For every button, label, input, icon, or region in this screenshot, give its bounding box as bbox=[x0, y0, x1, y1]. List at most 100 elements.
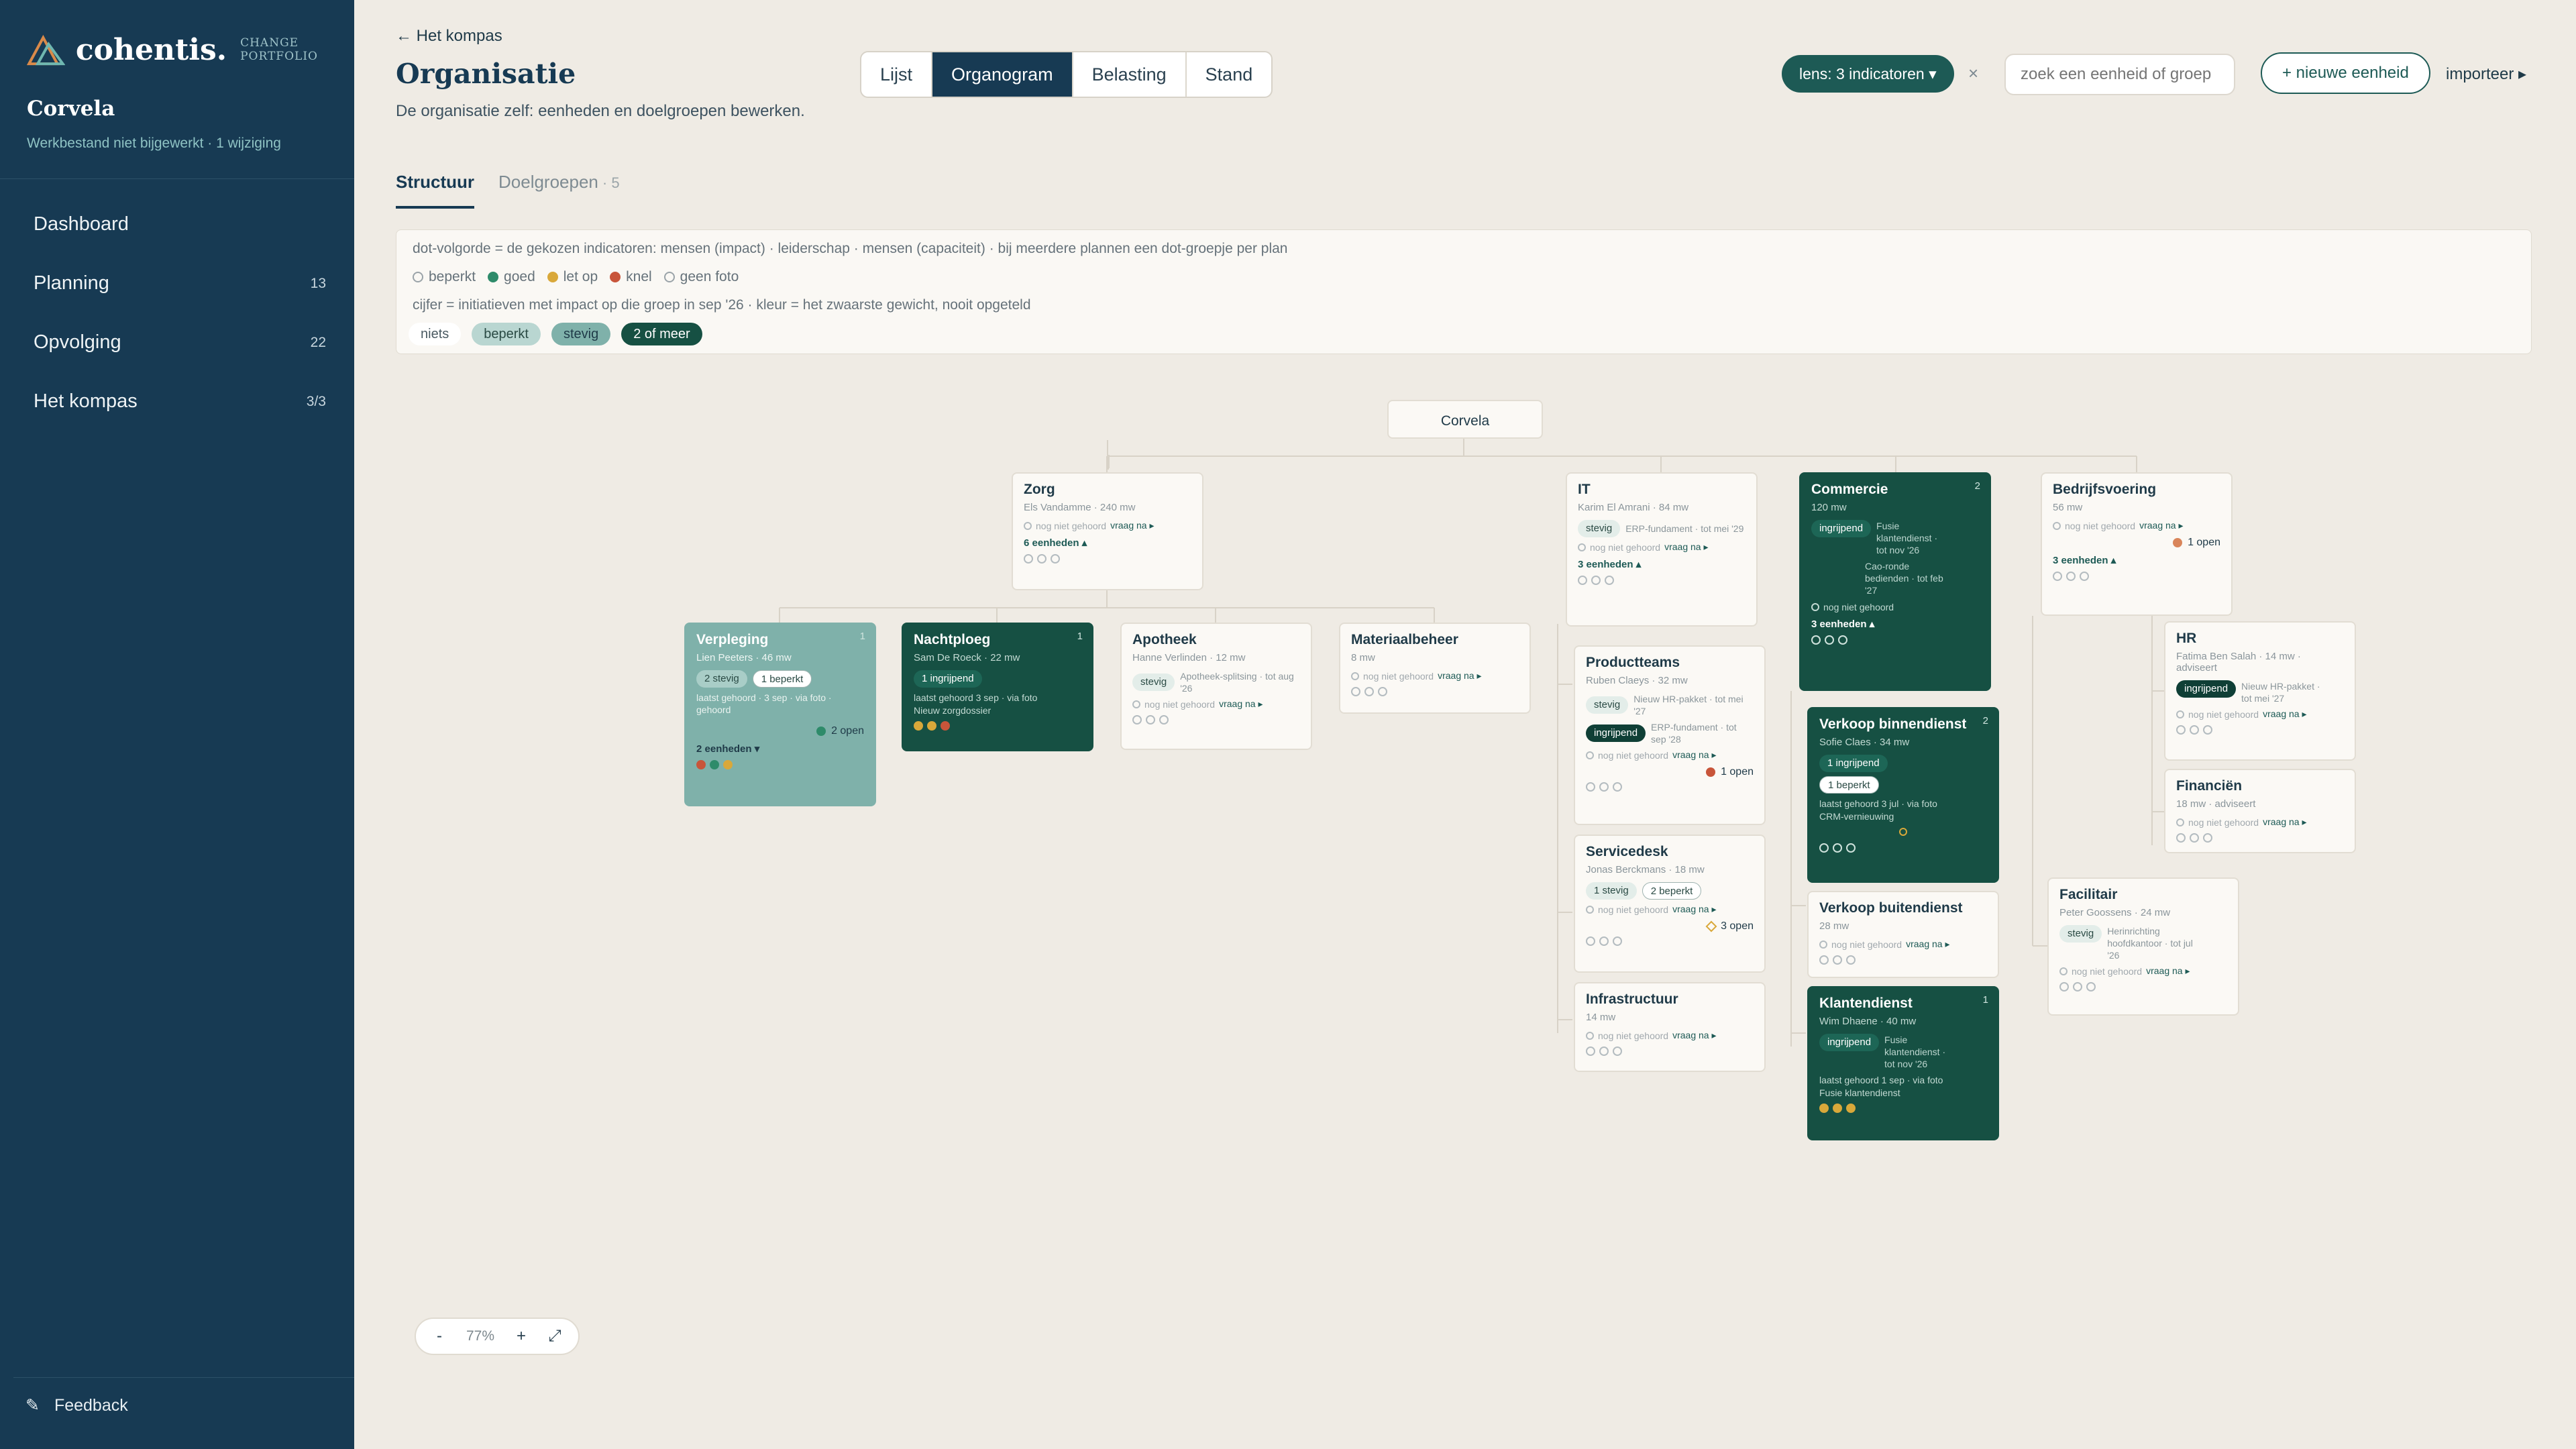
open-count: 1 open bbox=[2053, 537, 2220, 549]
status-text: nog niet gehoord bbox=[1831, 938, 1902, 950]
ask-link[interactable]: vraag na ▸ bbox=[2139, 520, 2183, 531]
tab-count: · 5 bbox=[602, 174, 620, 191]
clear-lens-icon[interactable]: × bbox=[1968, 63, 1978, 84]
org-node-verkoop-buitendienst[interactable]: Verkoop buitendienst 28 mw nog niet geho… bbox=[1807, 891, 1999, 978]
fit-screen-icon[interactable]: ⤢ bbox=[538, 1327, 572, 1346]
tab-belasting[interactable]: Belasting bbox=[1073, 52, 1187, 97]
node-title: Commercie bbox=[1811, 482, 1888, 497]
status-marker bbox=[1819, 827, 1987, 839]
legend-item: let op bbox=[547, 269, 598, 285]
dot-icon bbox=[1811, 635, 1821, 645]
feedback-status: nog niet gehoord vraag na ▸ bbox=[2176, 708, 2344, 720]
new-unit-button[interactable]: + nieuwe eenheid bbox=[2261, 52, 2430, 94]
feedback-status: nog niet gehoord vraag na ▸ bbox=[2053, 520, 2220, 531]
ask-link[interactable]: vraag na ▸ bbox=[1438, 670, 1481, 682]
dot-icon bbox=[1599, 1046, 1609, 1056]
import-link[interactable]: importeer ▸ bbox=[2446, 64, 2526, 84]
org-node-nachtploeg[interactable]: 1 Nachtploeg Sam De Roeck · 22 mw 1 ingr… bbox=[902, 623, 1093, 751]
org-node-zorg[interactable]: Zorg Els Vandamme · 240 mw nog niet geho… bbox=[1012, 472, 1203, 590]
node-title: Servicedesk bbox=[1586, 844, 1668, 859]
initiative-name: Cao-ronde bedienden · tot feb '27 bbox=[1865, 561, 1943, 596]
org-node-apotheek[interactable]: Apotheek Hanne Verlinden · 12 mw stevig A… bbox=[1120, 623, 1312, 750]
org-node-financien[interactable]: Financiën 18 mw · adviseert nog niet geh… bbox=[2164, 769, 2356, 853]
dot-icon bbox=[1132, 715, 1142, 724]
org-node-hr[interactable]: HR Fatima Ben Salah · 14 mw · adviseert … bbox=[2164, 621, 2356, 761]
tab-doelgroepen[interactable]: Doelgroepen · 5 bbox=[498, 172, 620, 209]
ask-link[interactable]: vraag na ▸ bbox=[1672, 1030, 1716, 1041]
node-title: IT bbox=[1578, 482, 1591, 497]
zoom-controls: - 77% + ⤢ bbox=[415, 1318, 580, 1355]
lens-dropdown[interactable]: lens: 3 indicatoren ▾ bbox=[1782, 55, 1954, 93]
dot-icon bbox=[2176, 833, 2186, 843]
yellow-dot-icon bbox=[1846, 1104, 1856, 1113]
ask-link[interactable]: vraag na ▸ bbox=[2263, 816, 2306, 828]
expand-toggle[interactable]: 3 eenheden ▴ bbox=[1811, 618, 1979, 630]
node-meta: Jonas Berckmans · 18 mw bbox=[1586, 864, 1705, 875]
node-meta: Fatima Ben Salah · 14 mw · adviseert bbox=[2176, 651, 2301, 674]
indicator-dots bbox=[1819, 1104, 1987, 1113]
org-node-materiaalbeheer[interactable]: Materiaalbeheer 8 mw nog niet gehoord vra… bbox=[1339, 623, 1531, 714]
indicator-dots bbox=[1132, 715, 1300, 724]
chip-stevig: stevig bbox=[551, 323, 611, 345]
initiative-name: Nieuw HR-pakket · tot mei '27 bbox=[2241, 681, 2320, 704]
ask-link[interactable]: vraag na ▸ bbox=[1672, 904, 1716, 915]
circle-outline-icon bbox=[1586, 751, 1594, 759]
ask-link[interactable]: vraag na ▸ bbox=[1672, 749, 1716, 761]
ask-link[interactable]: vraag na ▸ bbox=[1664, 541, 1708, 553]
tab-lijst[interactable]: Lijst bbox=[861, 52, 933, 97]
circle-outline-icon bbox=[1024, 521, 1032, 530]
ask-link[interactable]: vraag na ▸ bbox=[2146, 965, 2190, 977]
status-text: nog niet gehoord bbox=[1363, 670, 1434, 682]
nav-item-planning[interactable]: Planning 13 bbox=[34, 272, 326, 294]
tab-stand[interactable]: Stand bbox=[1187, 52, 1272, 97]
tab-structuur[interactable]: Structuur bbox=[396, 172, 474, 209]
org-node-klantendienst[interactable]: 1 Klantendienst Wim Dhaene · 40 mw ingri… bbox=[1807, 986, 1999, 1140]
subtabs: Structuur Doelgroepen · 5 bbox=[396, 172, 620, 209]
red-dot-icon bbox=[696, 760, 706, 769]
nav-label: Planning bbox=[34, 272, 109, 294]
impact-row: ingrijpend ERP-fundament · tot sep '28 bbox=[1586, 721, 1754, 745]
zoom-out-button[interactable]: - bbox=[423, 1327, 456, 1346]
org-node-servicedesk[interactable]: Servicedesk Jonas Berckmans · 18 mw 1 st… bbox=[1574, 835, 1766, 973]
expand-toggle[interactable]: 3 eenheden ▴ bbox=[2053, 554, 2220, 566]
org-node-infrastructuur[interactable]: Infrastructuur 14 mw nog niet gehoord vra… bbox=[1574, 982, 1766, 1072]
org-node-facilitair[interactable]: Facilitair Peter Goossens · 24 mw stevig… bbox=[2047, 877, 2239, 1016]
impact-tag: 1 beperkt bbox=[752, 670, 812, 688]
expand-toggle[interactable]: 3 eenheden ▴ bbox=[1578, 558, 1746, 570]
org-node-verkoop-binnendienst[interactable]: 2 Verkoop binnendienst Sofie Claes · 34 … bbox=[1807, 707, 1999, 883]
ask-link[interactable]: vraag na ▸ bbox=[1219, 698, 1263, 710]
node-title: Bedrijfsvoering bbox=[2053, 482, 2157, 497]
dot-icon bbox=[1024, 554, 1033, 564]
org-node-it[interactable]: IT Karim El Amrani · 84 mw stevig ERP-fun… bbox=[1566, 472, 1758, 627]
nav-item-dashboard[interactable]: Dashboard bbox=[34, 213, 326, 235]
org-node-bedrijfsvoering[interactable]: Bedrijfsvoering 56 mw nog niet gehoord vr… bbox=[2041, 472, 2233, 616]
node-meta: 120 mw bbox=[1811, 502, 1847, 513]
org-node-verpleging[interactable]: 1 Verpleging Lien Peeters · 46 mw 2 stev… bbox=[684, 623, 876, 806]
feedback-status: nog niet gehoord vraag na ▸ bbox=[1351, 670, 1519, 682]
org-node-productteams[interactable]: Productteams Ruben Claeys · 32 mw stevig… bbox=[1574, 645, 1766, 825]
ask-link[interactable]: vraag na ▸ bbox=[2263, 708, 2306, 720]
zoom-in-button[interactable]: + bbox=[504, 1327, 538, 1346]
yellow-dot-icon bbox=[723, 760, 733, 769]
nav-item-het-kompas[interactable]: Het kompas 3/3 bbox=[34, 390, 326, 413]
sidebar-divider bbox=[0, 178, 354, 179]
org-node-commercie[interactable]: 2 Commercie 120 mw ingrijpend Fusie klant… bbox=[1799, 472, 1991, 691]
status-text: nog niet gehoord bbox=[1823, 602, 1894, 612]
nav-item-opvolging[interactable]: Opvolging 22 bbox=[34, 331, 326, 354]
tab-organogram[interactable]: Organogram bbox=[932, 52, 1073, 97]
ask-link[interactable]: vraag na ▸ bbox=[1110, 520, 1154, 531]
dot-icon bbox=[2066, 572, 2076, 581]
node-title: Zorg bbox=[1024, 482, 1055, 497]
node-title: Verkoop binnendienst bbox=[1819, 716, 1967, 732]
org-node-corvela[interactable]: Corvela bbox=[1387, 400, 1543, 439]
feedback-button[interactable]: ✎ Feedback bbox=[25, 1395, 143, 1415]
expand-toggle[interactable]: 6 eenheden ▴ bbox=[1024, 537, 1191, 549]
expand-toggle[interactable]: 2 eenheden ▾ bbox=[696, 743, 864, 755]
node-meta: Peter Goossens · 24 mw bbox=[2059, 907, 2171, 918]
back-link[interactable]: ← Het kompas bbox=[396, 27, 502, 46]
brand-logo[interactable]: cohentis. CHANGE PORTFOLIO bbox=[27, 30, 354, 70]
search-input[interactable] bbox=[2004, 54, 2235, 95]
circle-outline-icon bbox=[2059, 967, 2068, 975]
mountain-logo-icon bbox=[27, 34, 65, 66]
ask-link[interactable]: vraag na ▸ bbox=[1906, 938, 1949, 950]
